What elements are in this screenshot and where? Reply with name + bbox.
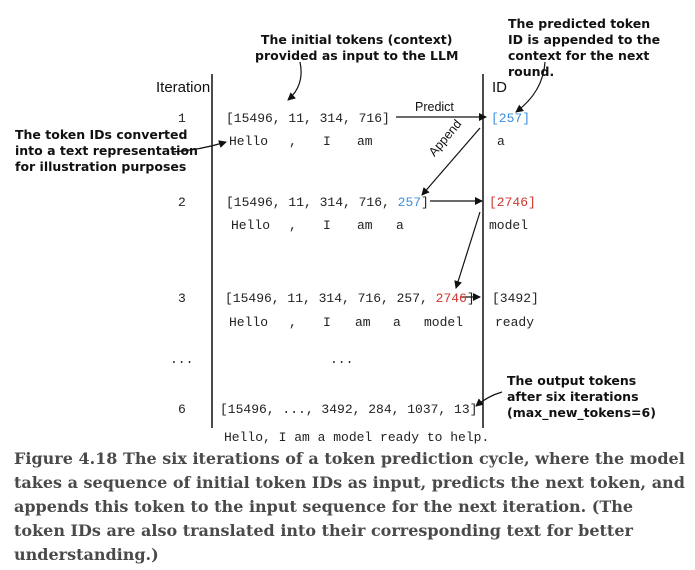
- annotation-line: The initial tokens (context): [260, 32, 453, 47]
- annotation-line: after six iterations: [507, 389, 639, 404]
- token-text: a: [396, 218, 404, 233]
- annotation-line: (max_new_tokens=6): [507, 405, 656, 420]
- predicted-token-text: model: [489, 218, 529, 233]
- token-text: am: [357, 134, 373, 149]
- appended-token-id: 2746: [435, 291, 467, 306]
- annotation-output-tokens: The output tokens after six iterations (…: [507, 373, 656, 421]
- token-text: am: [357, 218, 373, 233]
- annotation-predicted-token: The predicted token ID is appended to th…: [508, 16, 695, 80]
- annotation-initial-tokens: The initial tokens (context) provided as…: [255, 32, 458, 64]
- predicted-token-id: [257]: [491, 111, 531, 126]
- input-token-ids: [15496, 11, 314, 716, 257, 2746]: [225, 291, 475, 306]
- initial-tokens-arrow: [287, 61, 302, 101]
- input-token-ids: [15496, 11, 314, 716, 257]: [226, 195, 429, 210]
- annotation-line: provided as input to the LLM: [255, 48, 459, 63]
- row3-append-arrow: [454, 211, 481, 289]
- predict-label: Predict: [415, 100, 454, 114]
- annotation-line: The token IDs converted: [15, 127, 188, 142]
- token-text: am: [355, 315, 371, 330]
- ellipsis-tokens: ...: [330, 352, 354, 367]
- token-text: Hello: [229, 134, 269, 149]
- token-ids-text: [15496, 11, 314, 716,: [226, 195, 398, 210]
- input-token-ids: [15496, 11, 314, 716]: [226, 111, 390, 126]
- token-ids-close: ]: [466, 291, 475, 306]
- output-tokens-arrow: [475, 391, 503, 407]
- id-header: ID: [492, 79, 507, 96]
- figure-caption: Figure 4.18 The six iterations of a toke…: [14, 449, 685, 564]
- token-prediction-diagram: The initial tokens (context) provided as…: [0, 0, 695, 570]
- iteration-number: 2: [178, 195, 186, 210]
- token-text: Hello: [231, 218, 271, 233]
- final-output-text: Hello, I am a model ready to help.: [224, 430, 490, 445]
- predicted-token-text: a: [497, 134, 505, 149]
- iteration-number: 1: [178, 111, 186, 126]
- annotation-line: The predicted token: [508, 16, 651, 31]
- token-text: a: [393, 315, 401, 330]
- token-text: ,: [289, 134, 297, 149]
- appended-token-id: 257: [397, 195, 422, 210]
- annotation-line: ID is appended to the: [508, 32, 661, 47]
- iteration-header: Iteration: [156, 79, 211, 96]
- token-text: Hello: [229, 315, 269, 330]
- token-text: I: [323, 134, 331, 149]
- token-text: I: [323, 315, 331, 330]
- token-text: ,: [289, 315, 297, 330]
- predicted-token-text: ready: [495, 315, 535, 330]
- token-ids-text: [15496, 11, 314, 716, 257,: [225, 291, 436, 306]
- token-text: I: [323, 218, 331, 233]
- annotation-line: The output tokens: [507, 373, 637, 388]
- iteration-number: 6: [178, 402, 186, 417]
- annotation-text-representation: The token IDs converted into a text repr…: [15, 127, 198, 175]
- ellipsis-iteration: ...: [170, 352, 194, 367]
- iteration-number: 3: [178, 291, 186, 306]
- token-ids-close: ]: [421, 195, 429, 210]
- predicted-token-id: [3492]: [492, 291, 539, 306]
- token-ids-text: [15496, 11, 314, 716]: [226, 111, 390, 126]
- annotation-line: context for the next round.: [508, 48, 650, 79]
- annotation-line: into a text representation: [15, 143, 198, 158]
- token-text: model: [424, 315, 464, 330]
- final-token-ids: [15496, ..., 3492, 284, 1037, 13]: [220, 402, 478, 417]
- token-text: ,: [289, 218, 297, 233]
- predicted-token-id: [2746]: [489, 195, 536, 210]
- annotation-line: for illustration purposes: [15, 159, 187, 174]
